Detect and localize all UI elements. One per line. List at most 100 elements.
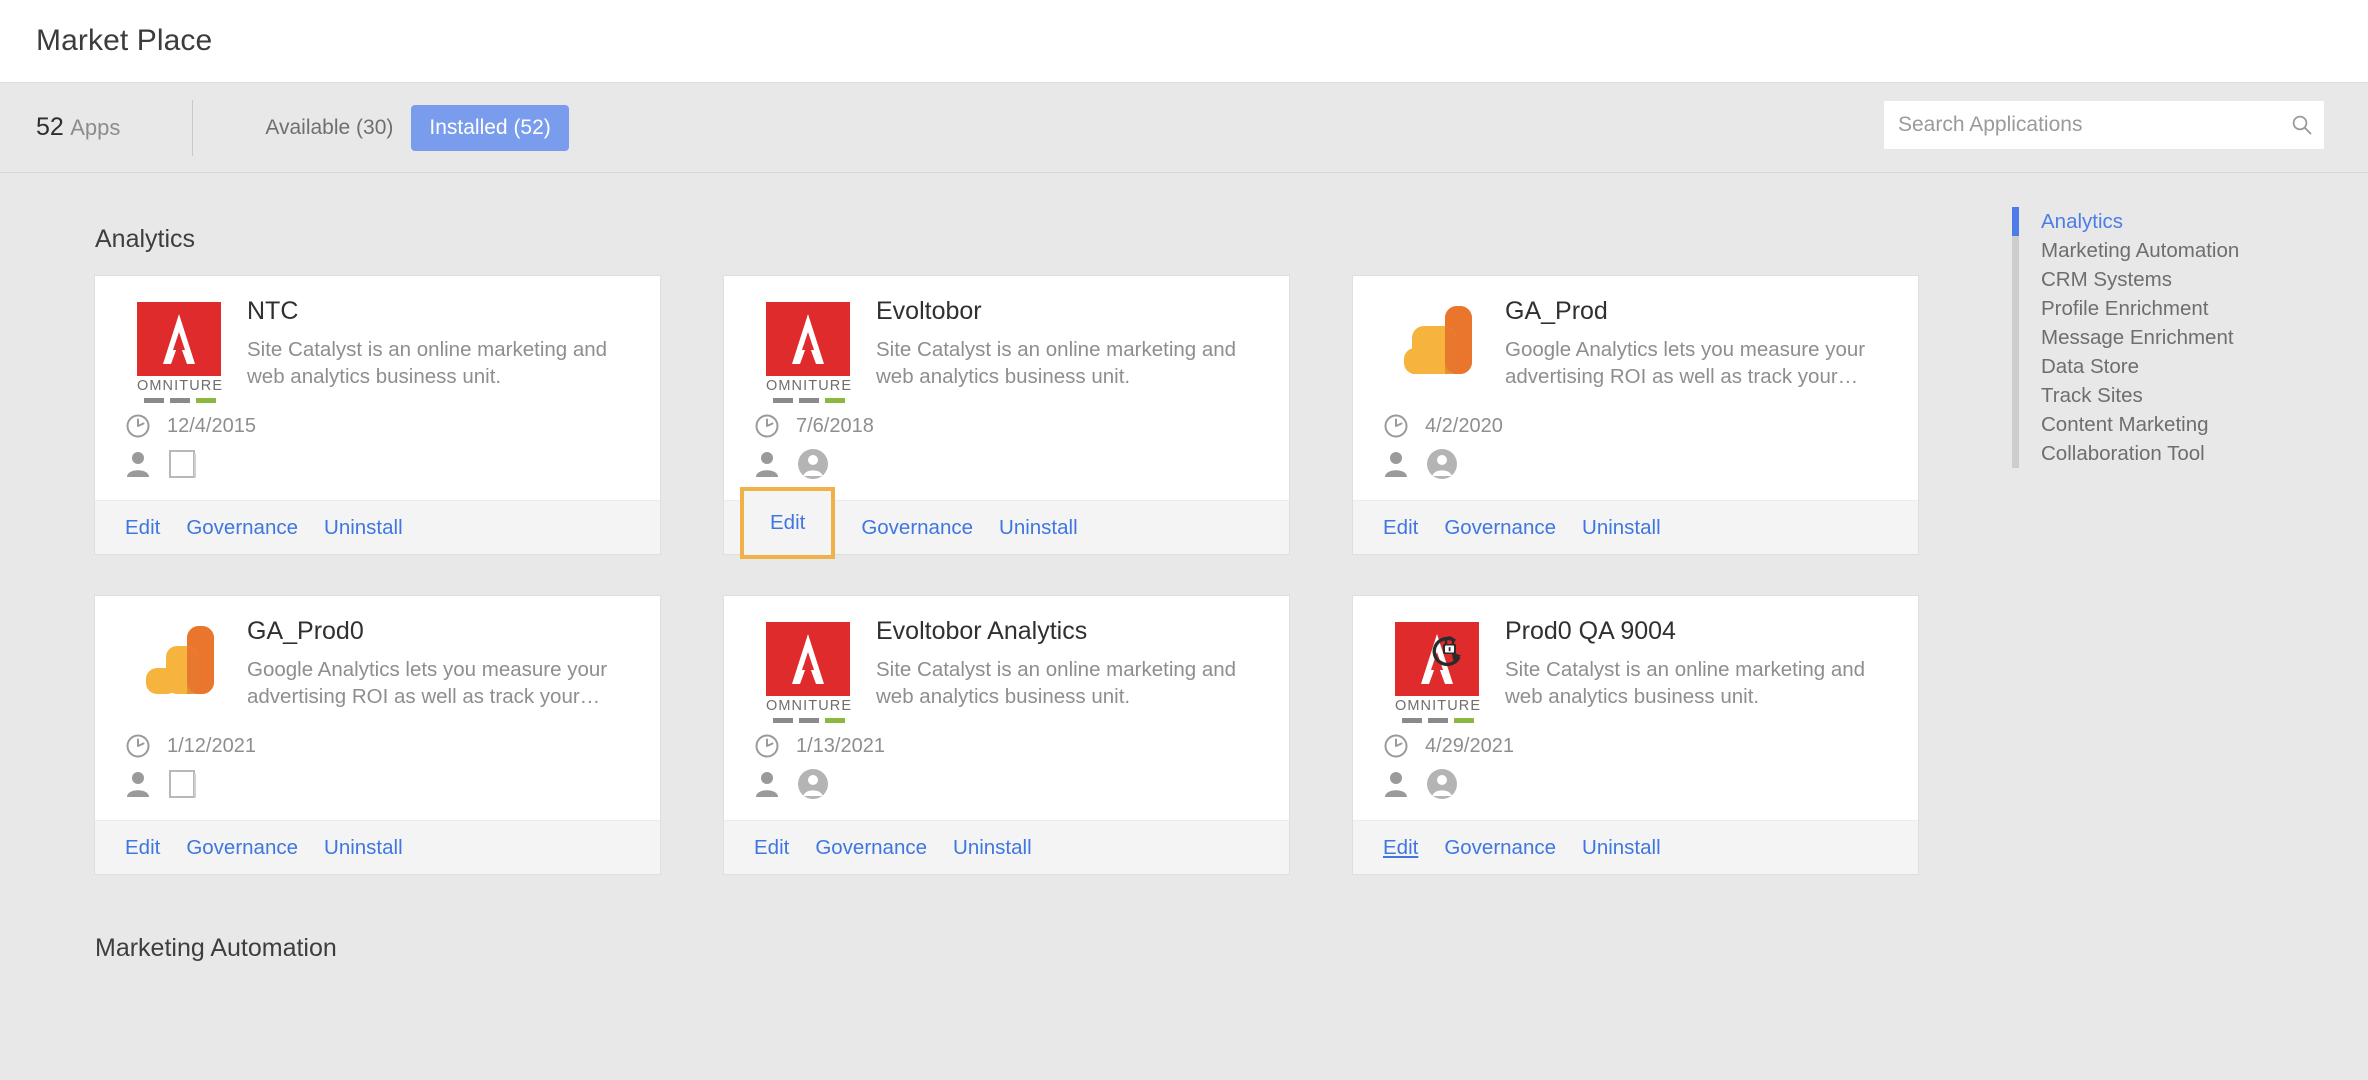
edit-link[interactable]: Edit: [754, 836, 789, 860]
clock-icon: [1383, 413, 1409, 439]
app-card[interactable]: OMNITURE Prod0 QA 9004 Site Catalyst is …: [1353, 596, 1918, 874]
app-logo-slot: [121, 618, 239, 710]
tab-installed[interactable]: Installed (52): [411, 104, 569, 151]
app-owner-row: [1383, 764, 1514, 804]
app-card[interactable]: OMNITURE Evoltobor Analytics Site Cataly…: [724, 596, 1289, 874]
governance-link[interactable]: Governance: [815, 836, 927, 860]
nav-indicator-bar: [2012, 265, 2019, 294]
app-count-label: Apps: [70, 115, 121, 140]
title-bar: Market Place: [0, 0, 2368, 83]
omniture-accent-bars: [766, 398, 852, 403]
tab-list: Available (30) Installed (52): [247, 104, 569, 151]
app-card[interactable]: GA_Prod Google Analytics lets you measur…: [1353, 276, 1918, 554]
uninstall-link[interactable]: Uninstall: [1582, 836, 1661, 860]
app-install-date: 4/29/2021: [1425, 734, 1514, 757]
app-name: Evoltobor Analytics: [876, 617, 1088, 645]
nav-indicator-bar: [2012, 294, 2019, 323]
nav-item-label: Content Marketing: [2041, 412, 2209, 436]
avatar-circle-icon: [798, 769, 828, 799]
tab-available[interactable]: Available (30): [247, 105, 411, 151]
search-input[interactable]: [1884, 113, 2280, 137]
app-card[interactable]: GA_Prod0 Google Analytics lets you measu…: [95, 596, 660, 874]
nav-indicator-bar: [2012, 352, 2019, 381]
person-icon: [125, 450, 151, 478]
app-card-body: GA_Prod0 Google Analytics lets you measu…: [95, 596, 660, 820]
adobe-a-mark-icon: [766, 622, 850, 696]
omniture-wordmark: OMNITURE: [137, 378, 224, 394]
app-date-row: 1/12/2021: [125, 728, 256, 764]
nav-item-data-store[interactable]: Data Store: [2012, 352, 2368, 381]
governance-link[interactable]: Governance: [186, 516, 298, 540]
app-meta: 4/29/2021: [1383, 728, 1514, 804]
nav-item-profile-enrichment[interactable]: Profile Enrichment: [2012, 294, 2368, 323]
governance-link[interactable]: Governance: [1444, 836, 1556, 860]
avatar-circle-icon: [798, 449, 828, 479]
omniture-logo: OMNITURE: [1395, 622, 1481, 723]
nav-item-label: CRM Systems: [2041, 267, 2172, 291]
app-card-text: Prod0 QA 9004 Site Catalyst is an online…: [1497, 617, 1892, 723]
adobe-a-mark-icon: [137, 302, 221, 376]
broken-image-placeholder-icon: [169, 770, 196, 798]
app-card-actions: Edit Governance Uninstall: [95, 500, 660, 554]
broken-image-placeholder-icon: [169, 450, 196, 478]
app-card-header: OMNITURE Prod0 QA 9004 Site Catalyst is …: [1379, 617, 1892, 723]
google-analytics-logo: [1396, 302, 1480, 378]
governance-link[interactable]: Governance: [186, 836, 298, 860]
omniture-accent-bars: [1395, 718, 1481, 723]
nav-item-content-marketing[interactable]: Content Marketing: [2012, 410, 2368, 439]
app-card-body: OMNITURE NTC Site Catalyst is an online …: [95, 276, 660, 500]
nav-indicator-bar: [2012, 323, 2019, 352]
content-area: Analytics Marketing Automation CRM Syste…: [0, 173, 2368, 1080]
nav-item-collaboration-tool[interactable]: Collaboration Tool: [2012, 439, 2368, 468]
adobe-a-mark-icon: [766, 302, 850, 376]
search-icon[interactable]: [2280, 114, 2324, 136]
omniture-wordmark: OMNITURE: [766, 698, 853, 714]
uninstall-link[interactable]: Uninstall: [999, 516, 1078, 540]
edit-link[interactable]: Edit: [125, 516, 160, 540]
app-card-text: Evoltobor Analytics Site Catalyst is an …: [868, 617, 1263, 723]
nav-item-marketing-automation[interactable]: Marketing Automation: [2012, 236, 2368, 265]
nav-item-message-enrichment[interactable]: Message Enrichment: [2012, 323, 2368, 352]
person-icon: [754, 450, 780, 478]
governance-link[interactable]: Governance: [861, 516, 973, 540]
app-description: Site Catalyst is an online marketing and…: [876, 657, 1237, 708]
nav-item-label: Marketing Automation: [2041, 238, 2240, 262]
app-name: NTC: [247, 297, 299, 325]
uninstall-link[interactable]: Uninstall: [324, 516, 403, 540]
edit-link[interactable]: Edit: [125, 836, 160, 860]
app-card[interactable]: OMNITURE Evoltobor Site Catalyst is an o…: [724, 276, 1289, 559]
nav-item-analytics[interactable]: Analytics: [2012, 207, 2368, 236]
governance-link[interactable]: Governance: [1444, 516, 1556, 540]
toolbar-divider: [192, 99, 194, 156]
omniture-wordmark: OMNITURE: [766, 378, 853, 394]
app-description: Google Analytics lets you measure your a…: [1505, 337, 1866, 388]
nav-indicator-bar: [2012, 207, 2019, 236]
omniture-logo: OMNITURE: [137, 302, 223, 403]
nav-item-label: Collaboration Tool: [2041, 441, 2205, 465]
app-install-date: 4/2/2020: [1425, 414, 1503, 437]
app-owner-row: [1383, 444, 1503, 484]
uninstall-link[interactable]: Uninstall: [1582, 516, 1661, 540]
nav-item-track-sites[interactable]: Track Sites: [2012, 381, 2368, 410]
uninstall-link[interactable]: Uninstall: [953, 836, 1032, 860]
app-date-row: 1/13/2021: [754, 728, 885, 764]
edit-link[interactable]: Edit: [764, 511, 811, 535]
omniture-accent-bars: [137, 398, 223, 403]
nav-indicator-bar: [2012, 381, 2019, 410]
nav-item-crm-systems[interactable]: CRM Systems: [2012, 265, 2368, 294]
app-card[interactable]: OMNITURE NTC Site Catalyst is an online …: [95, 276, 660, 554]
app-count-number: 52: [36, 113, 64, 141]
app-name: Evoltobor: [876, 297, 982, 325]
avatar-circle-icon: [1427, 769, 1457, 799]
app-card-actions: Edit Governance Uninstall: [1353, 820, 1918, 874]
app-card-header: OMNITURE Evoltobor Analytics Site Cataly…: [750, 617, 1263, 723]
toolbar: 52 Apps Available (30) Installed (52): [0, 83, 2368, 173]
app-card-body: GA_Prod Google Analytics lets you measur…: [1353, 276, 1918, 500]
edit-link[interactable]: Edit: [1383, 516, 1418, 540]
app-card-text: Evoltobor Site Catalyst is an online mar…: [868, 297, 1263, 403]
search-box[interactable]: [1884, 101, 2324, 149]
nav-indicator-bar: [2012, 410, 2019, 439]
app-card-header: GA_Prod Google Analytics lets you measur…: [1379, 297, 1892, 390]
edit-link[interactable]: Edit: [1383, 836, 1418, 860]
uninstall-link[interactable]: Uninstall: [324, 836, 403, 860]
